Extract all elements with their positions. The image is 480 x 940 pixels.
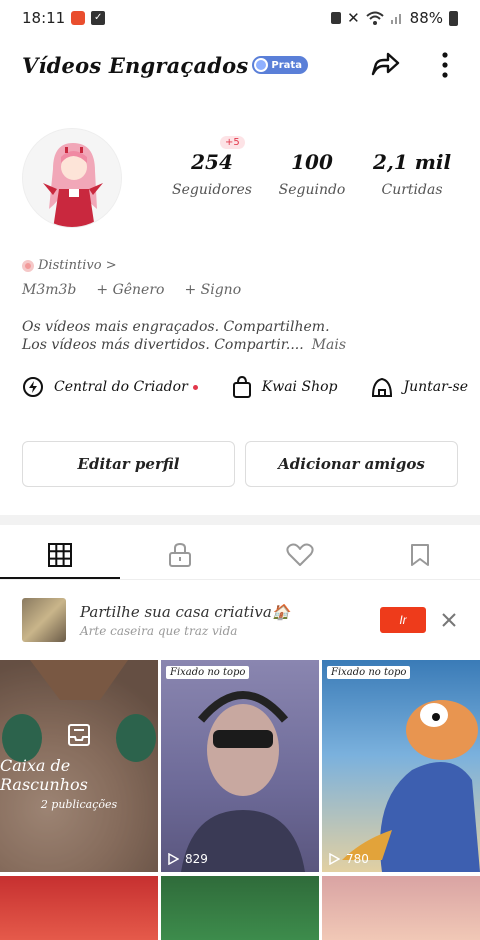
creator-center-link[interactable]: Central do Criador xyxy=(22,376,198,398)
likes-stat[interactable]: 2,1 mil Curtidas xyxy=(362,150,462,228)
tent-icon xyxy=(372,377,393,397)
pinned-label: Fixado no topo xyxy=(327,666,411,679)
play-icon xyxy=(168,853,179,865)
join-link[interactable]: Juntar-se xyxy=(371,377,468,397)
creator-center-label: Central do Criador xyxy=(54,379,188,395)
mute-icon: ✕ xyxy=(347,9,360,27)
drafts-overlay: Caixa de Rascunhos 2 publicações xyxy=(0,660,158,872)
view-count-value: 829 xyxy=(185,852,208,866)
level-badge[interactable]: Prata xyxy=(252,56,308,74)
video-tile[interactable] xyxy=(161,876,319,940)
tag-id: M3m3b xyxy=(22,282,77,298)
heart-icon xyxy=(286,543,314,566)
share-button[interactable] xyxy=(370,50,400,80)
edit-profile-button[interactable]: Editar perfil xyxy=(22,441,235,487)
creator-shortcuts: Central do Criador Kwai Shop Juntar-se xyxy=(22,376,480,398)
battery-icon xyxy=(449,10,458,26)
view-count: 780 xyxy=(328,852,369,866)
video-tile[interactable]: Fixado no topo 780 xyxy=(322,660,480,872)
bio-more-link[interactable]: Mais xyxy=(312,337,346,353)
join-label: Juntar-se xyxy=(403,379,468,395)
promo-thumbnail xyxy=(22,598,66,642)
video-thumbnail-cartoon xyxy=(342,700,480,872)
promo-banner: Partilhe sua casa criativa🏠 Arte caseira… xyxy=(0,592,480,648)
video-tile[interactable]: Fixado no topo 829 xyxy=(161,660,319,872)
battery-percent: 88% xyxy=(409,9,443,27)
drafts-box-icon xyxy=(68,723,90,746)
video-thumbnail-man xyxy=(181,691,305,872)
badge-label: Prata xyxy=(271,59,302,71)
notification-dot xyxy=(192,384,198,390)
promo-subtitle: Arte caseira que traz vida xyxy=(80,623,238,638)
wifi-icon xyxy=(365,11,384,25)
share-icon xyxy=(371,52,400,76)
tab-saved[interactable] xyxy=(360,530,480,579)
promo-title: Partilhe sua casa criativa🏠 xyxy=(80,602,291,621)
section-divider xyxy=(0,515,480,525)
more-vertical-icon xyxy=(442,52,448,78)
shopping-bag-icon xyxy=(232,376,251,398)
drafts-count: 2 publicações xyxy=(40,797,118,811)
drafts-title: Caixa de Rascunhos xyxy=(0,755,88,794)
distintivo-label: Distintivo > xyxy=(38,258,117,273)
video-tile[interactable] xyxy=(0,876,158,940)
lock-icon xyxy=(331,12,342,24)
page-title: Vídeos Engraçados xyxy=(22,52,249,78)
avatar[interactable] xyxy=(22,128,122,228)
video-grid: Caixa de Rascunhos 2 publicações Fixado … xyxy=(0,660,480,940)
kwai-shop-label: Kwai Shop xyxy=(261,379,338,395)
profile-bio: Os vídeos mais engraçados. Compartilhem.… xyxy=(22,318,462,354)
play-icon xyxy=(329,853,340,865)
promo-go-button[interactable]: Ir xyxy=(380,607,426,633)
close-icon[interactable] xyxy=(440,611,458,629)
avatar-illustration xyxy=(23,129,121,227)
view-count-value: 780 xyxy=(346,852,369,866)
video-tile[interactable] xyxy=(322,876,480,940)
distintivo-icon xyxy=(22,259,34,272)
followers-stat[interactable]: 254 +5 Seguidores xyxy=(162,136,262,228)
profile-summary: 254 +5 Seguidores 100 Seguindo 2,1 mil C… xyxy=(22,128,462,228)
pinned-label: Fixado no topo xyxy=(166,666,250,679)
check-notification-icon: ✓ xyxy=(91,11,106,25)
followers-count: 254 xyxy=(191,150,233,174)
tag-add-sign[interactable]: + Signo xyxy=(184,282,241,298)
view-count: 829 xyxy=(167,852,208,866)
profile-actions: Editar perfil Adicionar amigos xyxy=(22,441,458,487)
grid-icon xyxy=(48,542,72,567)
badge-icon xyxy=(254,58,269,72)
following-label: Seguindo xyxy=(278,182,346,198)
bio-line-2: Los vídeos más divertidos. Compartir.... xyxy=(22,337,304,353)
bio-line-1: Os vídeos mais engraçados. Compartilhem. xyxy=(22,319,330,335)
status-bar: 18:11 ✓ ✕ 88% xyxy=(0,0,480,36)
likes-label: Curtidas xyxy=(381,182,443,198)
kwai-shop-link[interactable]: Kwai Shop xyxy=(232,376,338,398)
new-followers-badge: +5 xyxy=(220,136,245,149)
lightning-icon xyxy=(23,377,43,397)
distintivo-link[interactable]: Distintivo > xyxy=(22,258,117,273)
following-stat[interactable]: 100 Seguindo xyxy=(262,150,362,228)
following-count: 100 xyxy=(291,150,333,174)
drafts-tile[interactable]: Caixa de Rascunhos 2 publicações xyxy=(0,660,158,872)
content-tabs xyxy=(0,530,480,580)
profile-tags: M3m3b + Gênero + Signo xyxy=(22,282,241,298)
profile-header: Vídeos Engraçados Prata xyxy=(0,40,480,90)
status-time: 18:11 xyxy=(22,9,66,27)
bookmark-icon xyxy=(411,543,429,566)
followers-label: Seguidores xyxy=(172,182,252,198)
add-friends-button[interactable]: Adicionar amigos xyxy=(245,441,458,487)
tab-posts[interactable] xyxy=(0,530,120,579)
signal-icon xyxy=(390,14,401,24)
tab-private[interactable] xyxy=(120,530,240,579)
more-options-button[interactable] xyxy=(430,50,460,80)
tab-liked[interactable] xyxy=(240,530,360,579)
lock-icon xyxy=(169,542,191,567)
app-notification-icon xyxy=(71,11,86,25)
likes-count: 2,1 mil xyxy=(372,150,452,174)
tag-add-gender[interactable]: + Gênero xyxy=(96,282,164,298)
